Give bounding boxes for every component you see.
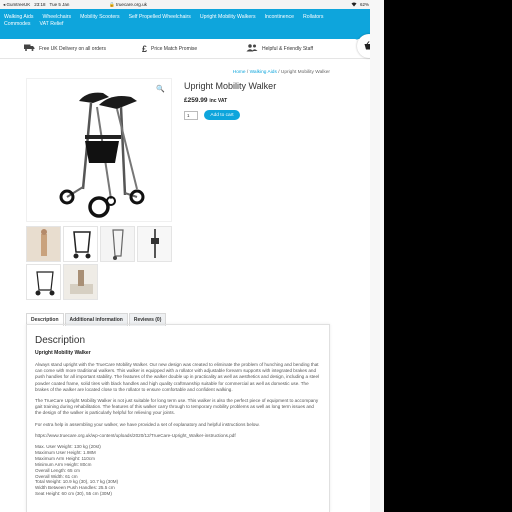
thumbnail-image[interactable] (63, 264, 98, 300)
battery-percent: 62% (359, 2, 369, 7)
description-subheading: Upright Mobility Walker (35, 350, 91, 356)
product-price: £259.99 inc VAT (184, 97, 334, 104)
product-thumbnails (26, 226, 172, 300)
description-paragraph: The TrueCare Upright Mobility Walker is … (35, 398, 319, 416)
thumbnail-image[interactable] (63, 226, 98, 262)
description-heading: Description (35, 335, 86, 346)
benefit-text: Price Match Promise (151, 45, 198, 52)
nav-item-wheelchairs[interactable]: Wheelchairs (43, 14, 72, 20)
breadcrumb-category[interactable]: Walking Aids (250, 70, 277, 75)
price-suffix: inc VAT (209, 98, 228, 104)
wifi-icon (351, 2, 357, 8)
page-margin (370, 0, 384, 512)
lock-icon: 🔒 (109, 1, 115, 7)
add-to-cart-form: 1 Add to cart (184, 110, 334, 120)
breadcrumb-home[interactable]: Home (233, 70, 246, 75)
description-paragraph: Always stand upright with the TrueCare M… (35, 362, 320, 392)
nav-item-walking-aids[interactable]: Walking Aids (4, 14, 34, 20)
product-main-image[interactable]: 🔍 (26, 78, 172, 222)
pound-icon: £ (142, 43, 148, 54)
nav-item-mobility-scooters[interactable]: Mobility Scooters (80, 14, 120, 20)
instructions-link[interactable]: https://www.truecare.org.uk/wp-content/u… (35, 433, 321, 439)
thumbnail-image[interactable] (100, 226, 135, 262)
browser-page: ◂ GumtreeUK 23:18 Tue 5 Jan 🔒 truecare.o… (0, 0, 384, 512)
nav-item-self-propelled-wheelchairs[interactable]: Self Propelled Wheelchairs (129, 14, 191, 20)
price-amount: £259.99 (184, 97, 208, 104)
benefit-staff: Helpful & Friendly Staff (246, 43, 314, 54)
description-panel: Description Upright Mobility Walker Alwa… (26, 324, 330, 512)
product-title: Upright Mobility Walker (184, 81, 277, 91)
product-summary: Home / Walking Aids / Upright Mobility W… (184, 70, 334, 120)
quantity-input[interactable]: 1 (184, 110, 198, 120)
benefits-bar: Free UK Delivery on all orders £ Price M… (0, 39, 384, 59)
nav-item-incontinence[interactable]: Incontinence (265, 14, 294, 20)
zoom-icon[interactable]: 🔍 (156, 85, 165, 93)
nav-item-vat-relief[interactable]: VAT Relief (40, 21, 64, 27)
benefit-text: Free UK Delivery on all orders (39, 45, 106, 52)
nav-item-rollators[interactable]: Rollators (303, 14, 323, 20)
add-to-cart-button[interactable]: Add to cart (204, 110, 240, 120)
benefit-text: Helpful & Friendly Staff (262, 45, 314, 52)
description-paragraph: For extra help in assembling your walker… (35, 421, 260, 427)
spec-item: Seat Height: 60 cm (30), 55 cm (30M) (35, 491, 112, 497)
breadcrumb-current: Upright Mobility Walker (280, 70, 330, 75)
main-navigation: Walking Aids Wheelchairs Mobility Scoote… (0, 9, 384, 39)
truck-icon (24, 44, 35, 53)
thumbnail-image[interactable] (26, 226, 61, 262)
ios-status-bar: ◂ GumtreeUK 23:18 Tue 5 Jan 🔒 truecare.o… (0, 0, 384, 9)
thumbnail-image[interactable] (137, 226, 172, 262)
url-bar[interactable]: 🔒 truecare.org.uk (0, 2, 256, 8)
nav-item-commodes[interactable]: Commodes (4, 21, 31, 27)
nav-item-upright-mobility-walkers[interactable]: Upright Mobility Walkers (200, 14, 256, 20)
url-text: truecare.org.uk (116, 1, 147, 7)
thumbnail-image[interactable] (26, 264, 61, 300)
benefit-price-match: £ Price Match Promise (142, 44, 246, 54)
benefit-delivery: Free UK Delivery on all orders (24, 44, 142, 53)
walker-image (59, 92, 145, 218)
product-gallery: 🔍 (26, 78, 172, 300)
breadcrumb: Home / Walking Aids / Upright Mobility W… (184, 70, 330, 75)
users-icon (246, 43, 258, 54)
spec-list: Max. User Weight: 130 kg (20st) Maximum … (35, 444, 321, 497)
